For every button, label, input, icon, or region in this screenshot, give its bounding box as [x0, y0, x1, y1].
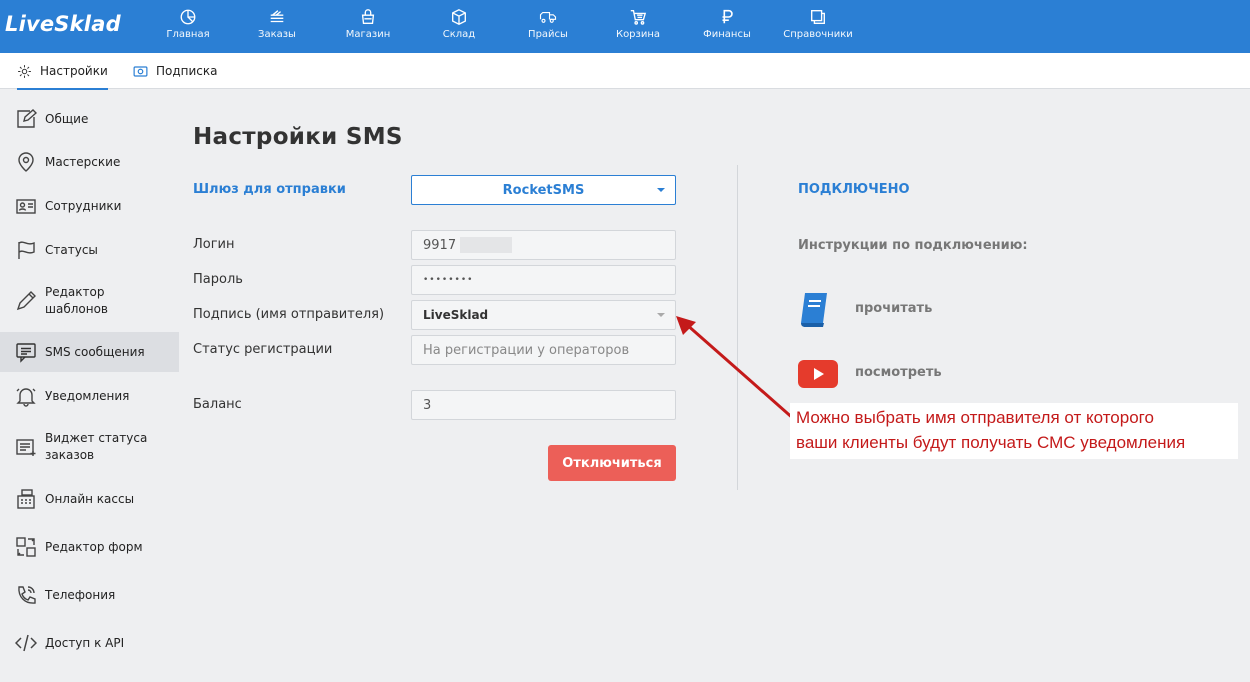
location-pin-icon	[18, 152, 34, 172]
subscription-icon	[133, 65, 148, 77]
sidebar-item-telephony[interactable]: Телефония	[0, 582, 179, 608]
directory-icon	[778, 6, 858, 28]
redacted-mask	[460, 237, 513, 253]
nav-item-warehouse[interactable]: Склад	[439, 6, 479, 48]
nav-item-home[interactable]: Главная	[163, 6, 213, 48]
cash-register-icon	[17, 489, 35, 509]
sidebar-item-status-widget[interactable]: Виджет статуса заказов	[0, 427, 179, 467]
annotation-arrow	[676, 316, 796, 422]
settings-sidebar: Общие Мастерские Сотрудники Статусы Реда…	[0, 89, 179, 682]
signature-label: Подпись (имя отправителя)	[193, 307, 385, 322]
app-logo[interactable]: LiveSklad	[5, 12, 121, 36]
sidebar-item-statuses[interactable]: Статусы	[0, 237, 179, 263]
sidebar-item-template-editor[interactable]: Редактор шаблонов	[0, 281, 179, 321]
code-icon	[15, 634, 37, 652]
gateway-select[interactable]: RocketSMS	[411, 175, 676, 205]
orders-icon	[254, 6, 300, 28]
sidebar-item-api[interactable]: Доступ к API	[0, 630, 179, 656]
chevron-down-icon	[657, 313, 665, 317]
password-label: Пароль	[193, 272, 243, 287]
form-editor-icon	[16, 537, 36, 557]
read-link[interactable]: прочитать	[855, 301, 932, 316]
warehouse-icon	[439, 6, 479, 28]
reg-status-label: Статус регистрации	[193, 342, 333, 357]
prices-icon	[524, 6, 572, 28]
login-label: Логин	[193, 237, 235, 252]
reg-status-field[interactable]: На регистрации у операторов	[411, 335, 676, 365]
sidebar-item-employees[interactable]: Сотрудники	[0, 193, 179, 219]
sub-tabs: Настройки Подписка	[0, 53, 1250, 90]
gateway-label: Шлюз для отправки	[193, 182, 346, 197]
disconnect-button[interactable]: Отключиться	[548, 445, 676, 481]
pen-icon	[16, 291, 36, 311]
login-field[interactable]: 9917	[411, 230, 676, 260]
watch-link[interactable]: посмотреть	[855, 365, 942, 380]
bell-icon	[16, 388, 36, 407]
top-navigation: LiveSklad Главная Заказы Магазин Склад П…	[0, 0, 1250, 53]
message-icon	[16, 343, 36, 363]
book-icon[interactable]	[797, 291, 829, 329]
nav-item-directory[interactable]: Справочники	[778, 6, 858, 48]
tab-settings[interactable]: Настройки	[17, 53, 108, 90]
instructions-heading: Инструкции по подключению:	[798, 238, 1028, 253]
home-icon	[163, 6, 213, 28]
youtube-icon[interactable]	[798, 360, 838, 388]
id-card-icon	[16, 199, 36, 214]
sidebar-item-workshops[interactable]: Мастерские	[0, 149, 179, 175]
sidebar-item-general[interactable]: Общие	[0, 106, 179, 132]
sidebar-item-form-editor[interactable]: Редактор форм	[0, 533, 179, 561]
widget-icon	[16, 439, 36, 456]
nav-item-prices[interactable]: Прайсы	[524, 6, 572, 48]
nav-item-cart[interactable]: Корзина	[613, 6, 663, 48]
ruble-icon	[700, 6, 754, 28]
connection-status: ПОДКЛЮЧЕНО	[798, 182, 910, 197]
nav-item-orders[interactable]: Заказы	[254, 6, 300, 48]
tab-subscription[interactable]: Подписка	[133, 53, 218, 89]
gear-icon	[18, 64, 31, 78]
annotation-callout: Можно выбрать имя отправителя от которог…	[790, 403, 1238, 459]
signature-select[interactable]: LiveSklad	[411, 300, 676, 330]
sidebar-item-notifications[interactable]: Уведомления	[0, 383, 179, 409]
nav-item-shop[interactable]: Магазин	[341, 6, 395, 48]
flag-icon	[18, 241, 35, 259]
edit-icon	[17, 109, 37, 128]
password-field[interactable]: ••••••••	[411, 265, 676, 295]
phone-icon	[18, 586, 36, 604]
balance-label: Баланс	[193, 397, 242, 412]
sidebar-item-sms[interactable]: SMS сообщения	[0, 332, 179, 372]
balance-field[interactable]: 3	[411, 390, 676, 420]
chevron-down-icon	[657, 188, 665, 192]
sidebar-item-online-cash[interactable]: Онлайн кассы	[0, 485, 179, 513]
cart-icon	[613, 6, 663, 28]
shop-icon	[341, 6, 395, 28]
nav-item-finance[interactable]: Финансы	[700, 6, 754, 48]
page-title: Настройки SMS	[193, 124, 403, 150]
